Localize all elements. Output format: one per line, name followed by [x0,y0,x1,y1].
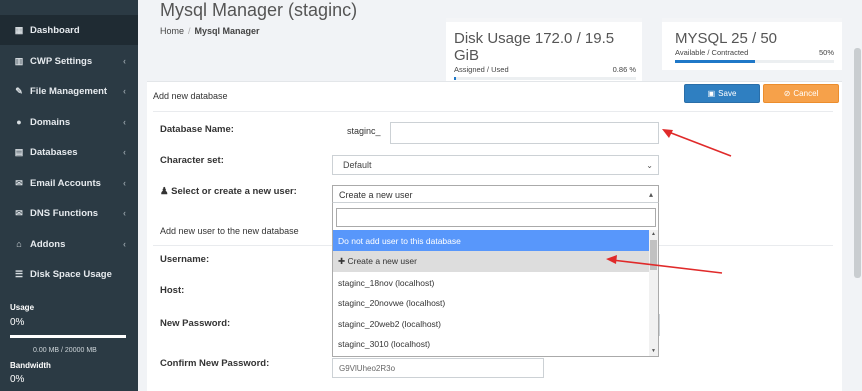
mysql-pct: 50% [818,48,834,57]
sidebar-item-label: Databases [30,146,78,158]
sidebar-item-disk-space-usage[interactable]: ☰ Disk Space Usage [0,259,138,289]
list-icon: ☰ [14,268,24,279]
chevron-left-icon: ‹ [123,117,126,127]
breadcrumb-home[interactable]: Home [160,26,184,36]
sidebar-item-label: Dashboard [30,24,80,36]
chevron-left-icon: ‹ [123,86,126,96]
dropdown-scrollbar-thumb[interactable] [650,240,657,270]
database-name-label: Database Name: [160,124,234,135]
user-select-label-text: Select or create a new user: [171,186,297,197]
sidebar-item-label: Email Accounts [30,177,101,189]
username-label: Username: [160,254,210,265]
sidebar-item-dashboard[interactable]: ▦ Dashboard [0,15,138,45]
database-name-input[interactable] [390,122,659,144]
chevron-left-icon: ‹ [123,147,126,157]
calendar-icon: ▤ [14,146,24,157]
host-label: Host: [160,285,185,296]
page-title: Mysql Manager (staginc) [160,0,358,20]
globe-icon: ● [16,117,22,127]
save-label: Save [718,89,737,98]
page-scrollbar[interactable] [854,48,861,278]
dropdown-option[interactable]: ✚ Create a new user [333,251,649,272]
cancel-button[interactable]: ⊘ Cancel [763,84,839,103]
mysql-sub: Available / Contracted [675,48,749,57]
charset-value: Default [343,160,372,170]
disk-usage-title: Disk Usage 172.0 / 19.5 [454,30,615,47]
envelope-icon: ✉ [15,177,23,188]
sidebar-item-databases[interactable]: ▤ Databases ‹ [0,137,138,167]
user-select-value: Create a new user [339,189,413,200]
chevron-left-icon: ‹ [123,239,126,249]
usage-bar [10,335,126,338]
sidebar-item-domains[interactable]: ● Domains ‹ [0,107,138,137]
panel-heading: Add new database [153,91,228,101]
charset-select[interactable]: Default ⌄ [332,155,659,175]
new-user-heading: Add new user to the new database [160,226,299,236]
user-icon: ♟ [160,186,169,197]
bank-icon: ⌂ [16,239,22,249]
cancel-label: Cancel [793,89,819,98]
password-label: New Password: [160,318,231,329]
sidebar-item-label: DNS Functions [30,207,99,219]
scroll-up-icon[interactable]: ▲ [649,230,658,239]
scroll-down-icon[interactable]: ▼ [649,347,658,356]
sidebar-item-label: Disk Space Usage [30,268,112,280]
save-icon: ▣ [707,89,716,98]
sidebar: ▦ Dashboard ▥ CWP Settings ‹ ✎ File Mana… [0,0,138,391]
sidebar-item-label: File Management [30,85,108,97]
disk-usage-bar-fill [454,77,456,80]
sidebar-item-cwp-settings[interactable]: ▥ CWP Settings ‹ [0,46,138,76]
breadcrumb-separator: / [188,26,191,36]
envelope-icon: ✉ [15,207,23,218]
bar-chart-icon: ▥ [14,55,24,66]
save-button[interactable]: ▣ Save [684,84,760,103]
dropdown-option[interactable]: staginc_20web2 (localhost) [333,313,649,334]
dropdown-option[interactable]: staginc_18nov (localhost) [333,272,649,293]
mysql-title: MYSQL 25 / 50 [675,30,777,47]
confirm-password-input[interactable]: G9VlUheo2R3o [332,358,544,378]
confirm-password-label: Confirm New Password: [160,358,270,369]
chevron-down-icon: ⌄ [646,160,653,170]
dropdown-search-input[interactable] [336,208,656,227]
sidebar-item-label: Addons [30,238,66,250]
mysql-card: MYSQL 25 / 50 Available / Contracted 50% [662,18,842,70]
disk-usage-unit: GiB [454,47,480,64]
bandwidth-label: Bandwidth [10,361,51,370]
disk-usage-card: Disk Usage 172.0 / 19.5 GiB Assigned / U… [446,18,642,86]
breadcrumb: Home / Mysql Manager [160,26,260,36]
dashboard-icon: ▦ [14,24,24,35]
user-select-label: ♟ Select or create a new user: [160,186,297,197]
dropdown-option[interactable]: staginc_3010 (localhost) [333,333,649,354]
chevron-left-icon: ‹ [123,56,126,66]
sidebar-item-file-management[interactable]: ✎ File Management ‹ [0,76,138,106]
usage-label: Usage [10,303,35,312]
sidebar-item-addons[interactable]: ⌂ Addons ‹ [0,229,138,259]
caret-up-icon: ▴ [648,190,653,199]
edit-icon: ✎ [15,85,23,96]
disk-usage-sub: Assigned / Used [454,65,509,74]
dropdown-option[interactable]: staginc_20novwe (localhost) [333,292,649,313]
divider [153,111,833,112]
charset-label: Character set: [160,155,224,166]
breadcrumb-current: Mysql Manager [194,26,260,36]
sidebar-item-dns-functions[interactable]: ✉ DNS Functions ‹ [0,198,138,228]
cancel-icon: ⊘ [783,89,791,98]
sidebar-item-label: Domains [30,116,71,128]
dropdown-option[interactable]: Do not add user to this database [333,230,649,251]
chevron-left-icon: ‹ [123,178,126,188]
sidebar-item-label: CWP Settings [30,55,93,67]
mysql-bar-fill [675,60,755,63]
usage-mb: 0.00 MB / 20000 MB [33,347,97,354]
mysql-bar [675,60,834,63]
usage-percent: 0% [10,317,25,328]
chevron-left-icon: ‹ [123,208,126,218]
bandwidth-percent: 0% [10,374,25,385]
disk-usage-pct: 0.86 % [612,65,636,74]
sidebar-item-email-accounts[interactable]: ✉ Email Accounts ‹ [0,168,138,198]
disk-usage-bar [454,77,636,80]
database-prefix: staginc_ [347,126,381,136]
